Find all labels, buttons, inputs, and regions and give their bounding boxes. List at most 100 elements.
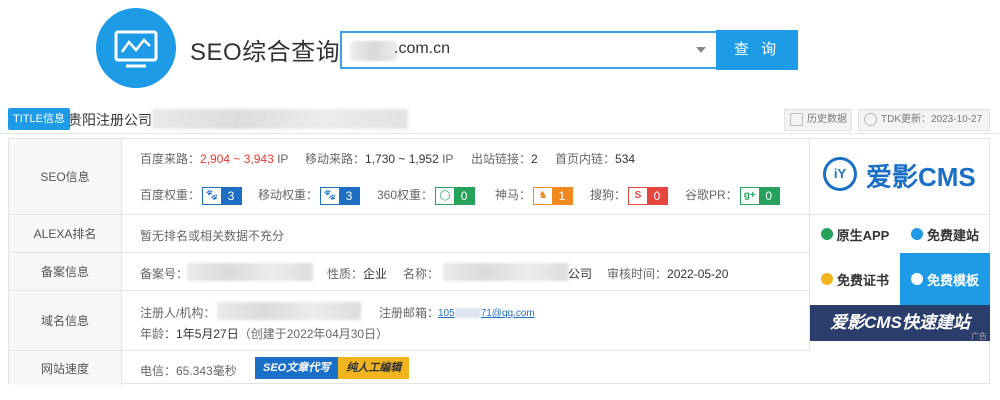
site-logo[interactable] (96, 8, 176, 88)
mobile-rank-label: 移动权重： (258, 188, 319, 202)
mobile-rank-value: 3 (339, 187, 360, 204)
dropdown-arrow-icon[interactable] (696, 47, 706, 53)
site-title: 贵阳注册公司 (68, 112, 152, 128)
cert-icon (820, 273, 833, 285)
free-site-button[interactable]: 免费建站 (900, 215, 990, 253)
icp-nature: 性质：企业 (327, 265, 387, 282)
info-table: SEO信息 百度来路：2,904 ~ 3,943 IP 移动来路：1,730 ~… (8, 138, 990, 385)
email-label: 注册邮箱： (379, 306, 440, 320)
app-icon (820, 228, 833, 240)
mobile-traffic-label: 移动来路： (305, 152, 366, 166)
email-link[interactable]: 105 71@qq.com (438, 305, 535, 319)
alexa-label: ALEXA排名 (9, 215, 122, 252)
360-rank-badge[interactable]: ◯ 0 (435, 186, 476, 205)
domain-age: 年龄：1年5月27日（创建于2022年04月30日） (140, 325, 388, 342)
homepage-links-label: 首页内链： (555, 152, 616, 166)
domain-created-note: （创建于2022年04月30日） (238, 327, 389, 341)
free-cert-button[interactable]: 免费证书 (810, 253, 900, 305)
sogou-icon: S (634, 190, 642, 202)
homepage-links-value[interactable]: 534 (615, 152, 635, 166)
domain-age-label: 年龄： (140, 327, 177, 341)
icp-review-value: 2022-05-20 (667, 267, 729, 281)
paw-icon: 🐾 (323, 190, 337, 202)
mobile-traffic: 移动来路：1,730 ~ 1,952 IP (305, 150, 453, 167)
history-icon (790, 113, 803, 126)
icp-nature-value: 企业 (363, 267, 388, 281)
google-pr-value: 0 (758, 187, 779, 204)
registrant-redacted (217, 302, 361, 320)
google-pr-badge[interactable]: g+ 0 (739, 186, 780, 205)
email-redacted (454, 307, 481, 318)
search-value-redacted (350, 41, 398, 61)
ad-banner[interactable]: 爱影CMS快速建站 (810, 305, 990, 341)
sogou-rank-value: 0 (647, 187, 668, 204)
ad-logo-text: 爱影CMS (866, 162, 976, 192)
sogou-rank-badge[interactable]: S0 (628, 186, 669, 205)
cloud-download-icon (910, 273, 923, 285)
domain-row: 域名信息 注册人/机构： 注册邮箱： 105 71@qq.com 年龄：1年5月2… (9, 291, 809, 351)
title-bar: TITLE信息 贵阳注册公司 历史数据 TDK更新：2023-10-27 (0, 104, 1000, 134)
seo-row: SEO信息 百度来路：2,904 ~ 3,943 IP 移动来路：1,730 ~… (9, 139, 809, 215)
free-cert-label: 免费证书 (836, 272, 889, 288)
refresh-icon (864, 113, 877, 126)
360-icon: ◯ (439, 190, 451, 202)
outlinks-value[interactable]: 2 (531, 152, 538, 166)
shenma-rank-badge[interactable]: ♞ 1 (533, 186, 574, 205)
ad-label: 广告 (971, 332, 987, 341)
shenma-rank-value: 1 (552, 187, 573, 204)
monitor-chart-icon (114, 30, 158, 68)
google-pr-label: 谷歌PR： (685, 188, 738, 202)
mobile-traffic-value: 1,730 ~ 1,952 (365, 152, 439, 166)
ad-panel[interactable]: iY 爱影CMS 原生APP 免费建站 免费证书 免费模板 爱影CMS快速建站 … (809, 139, 990, 351)
tdk-label: TDK更新：2023-10-27 (881, 114, 983, 125)
alexa-row: ALEXA排名 暂无排名或相关数据不充分 (9, 215, 809, 253)
sogou-rank[interactable]: 搜狗： S 0 (590, 186, 669, 205)
manual-edit-ad-label: 纯人工编辑 (338, 357, 410, 379)
icp-nature-label: 性质： (327, 267, 364, 281)
alexa-value: 暂无排名或相关数据不充分 (140, 229, 285, 243)
email-prefix: 105 (438, 308, 455, 319)
baidu-rank[interactable]: 百度权重： 🐾 3 (140, 186, 243, 205)
google-pr[interactable]: 谷歌PR： g+ 0 (685, 186, 780, 205)
app-title: SEO综合查询 (190, 39, 341, 66)
360-rank-label: 360权重： (377, 188, 434, 202)
icp-review-label: 审核时间： (607, 267, 668, 281)
free-template-button[interactable]: 免费模板 (900, 253, 990, 305)
icp-number-redacted[interactable] (187, 263, 313, 281)
search-value: .com.cn (394, 40, 451, 57)
icp-number-label: 备案号： (140, 267, 189, 281)
search-button[interactable]: 查 询 (716, 30, 798, 70)
outlinks: 出站链接：2 (471, 150, 538, 167)
mobile-traffic-unit: IP (442, 152, 454, 166)
shenma-icon: ♞ (538, 190, 548, 202)
baidu-traffic-value: 2,904 ~ 3,943 (200, 152, 274, 166)
baidu-rank-badge[interactable]: 🐾 3 (202, 186, 243, 205)
mobile-rank[interactable]: 移动权重： 🐾 3 (258, 186, 361, 205)
site-icon (910, 228, 923, 240)
native-app-label: 原生APP (836, 227, 890, 243)
icp-name-suffix-text: 公司 (568, 267, 593, 281)
native-app-button[interactable]: 原生APP (810, 215, 900, 253)
baidu-traffic: 百度来路：2,904 ~ 3,943 IP (140, 150, 288, 167)
google-plus-icon: g+ (743, 190, 756, 202)
mobile-rank-badge[interactable]: 🐾 3 (320, 186, 361, 205)
360-rank[interactable]: 360权重： ◯ 0 (377, 186, 476, 205)
icp-name-label: 名称： (403, 267, 440, 281)
icp-review: 审核时间：2022-05-20 (607, 265, 728, 282)
domain-age-value: 1年5月27日 (176, 327, 239, 341)
baidu-traffic-label: 百度来路： (140, 152, 201, 166)
sogou-rank-label: 搜狗： (590, 188, 627, 202)
search-input[interactable]: .com.cn (340, 31, 716, 69)
seo-label: SEO信息 (9, 139, 122, 214)
email-suffix: 71@qq.com (480, 308, 535, 319)
free-template-label: 免费模板 (926, 272, 979, 288)
seo-writing-ad[interactable]: SEO文章代写 纯人工编辑 (255, 357, 410, 379)
tdk-update-button[interactable]: TDK更新：2023-10-27 (858, 109, 990, 131)
shenma-rank[interactable]: 神马： ♞ 1 (495, 186, 574, 205)
paw-icon: 🐾 (205, 190, 219, 202)
history-data-button[interactable]: 历史数据 (784, 109, 852, 131)
baidu-traffic-unit: IP (277, 152, 289, 166)
360-rank-value: 0 (454, 187, 475, 204)
ad-logo[interactable]: iY 爱影CMS (810, 139, 990, 215)
shenma-rank-label: 神马： (495, 188, 532, 202)
